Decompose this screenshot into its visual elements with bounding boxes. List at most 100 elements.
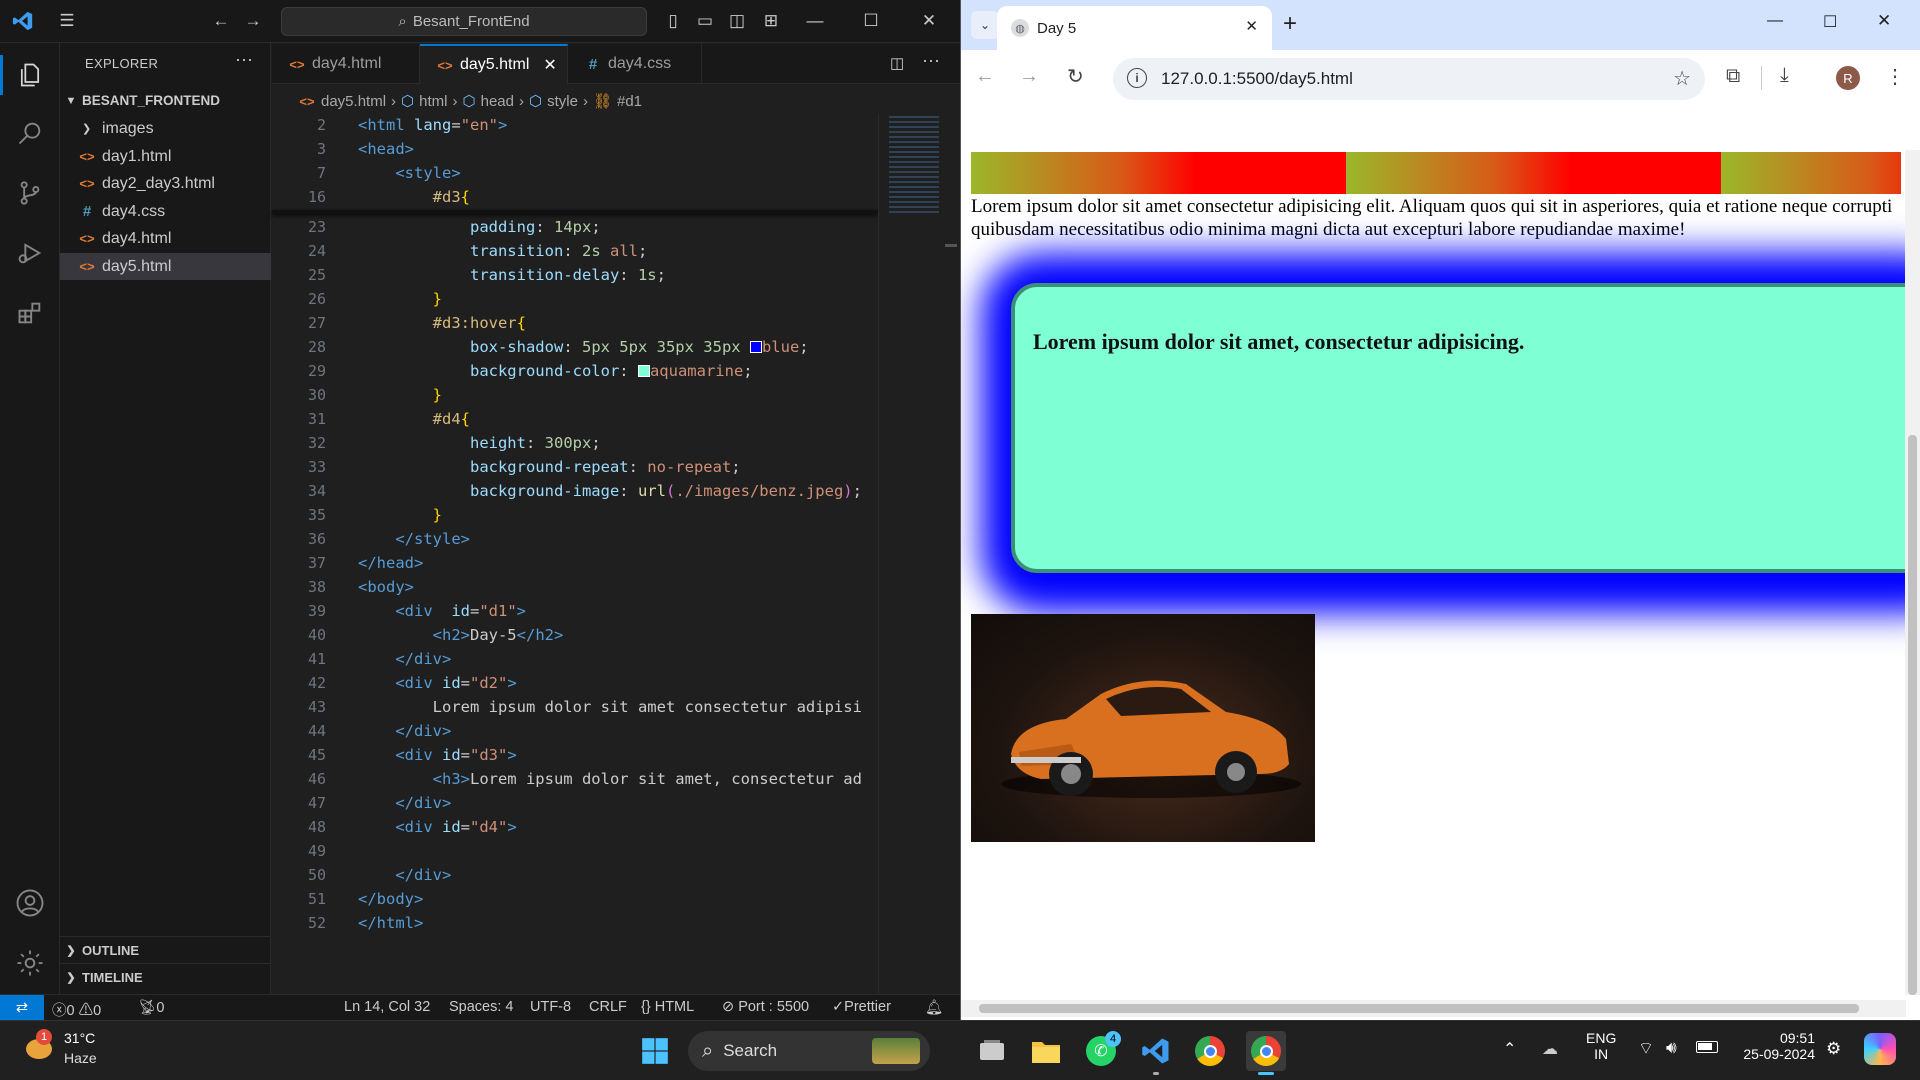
customize-layout-icon[interactable]: ⊞ — [758, 8, 784, 34]
task-view-icon[interactable] — [972, 1031, 1012, 1071]
tab-day4-html[interactable]: <> day4.html — [272, 44, 420, 84]
address-bar[interactable]: i 127.0.0.1:5500/day5.html ☆ — [1113, 58, 1705, 100]
wifi-icon[interactable]: ⌔ — [1638, 1038, 1654, 1059]
toggle-sidebar-icon[interactable]: ▯ — [660, 8, 686, 34]
command-search[interactable]: ⌕ Besant_FrontEnd — [281, 7, 647, 36]
close-icon[interactable]: ✕ — [916, 8, 942, 34]
bookmark-star-icon[interactable]: ☆ — [1673, 66, 1691, 91]
new-tab-plus-icon[interactable]: + — [1283, 10, 1297, 38]
reload-icon[interactable]: ↻ — [1067, 64, 1084, 89]
run-debug-icon[interactable] — [10, 233, 50, 273]
horizontal-scrollbar[interactable] — [961, 1000, 1906, 1017]
ports-indicator[interactable]: 📡︎0 — [138, 999, 165, 1016]
source-control-icon[interactable] — [10, 173, 50, 213]
minimize-icon[interactable]: — — [802, 8, 828, 34]
chrome-profile-taskbar-icon[interactable] — [1246, 1031, 1286, 1075]
profile-avatar[interactable]: R — [1836, 66, 1860, 90]
tab-close-icon[interactable]: ✕ — [543, 55, 556, 75]
tree-file-day1[interactable]: <> day1.html — [60, 143, 271, 170]
tree-folder-images[interactable]: ❯ images — [60, 115, 271, 142]
indentation[interactable]: Spaces: 4 — [449, 999, 514, 1015]
accounts-icon[interactable] — [10, 883, 50, 923]
tree-file-day4-html[interactable]: <> day4.html — [60, 225, 271, 252]
vscode-taskbar-icon[interactable] — [1136, 1031, 1176, 1075]
more-actions-icon[interactable]: ··· — [922, 50, 940, 71]
tab-day4-css[interactable]: # day4.css — [568, 44, 702, 84]
minimize-icon[interactable]: — — [1767, 12, 1783, 30]
breadcrumb-item[interactable]: #d1 — [617, 93, 642, 110]
breadcrumb-item[interactable]: head — [481, 93, 514, 110]
menu-kebab-icon[interactable]: ⋮ — [1885, 64, 1905, 89]
extensions-puzzle-icon[interactable]: ⧉ — [1726, 65, 1740, 88]
extensions-icon[interactable] — [10, 293, 50, 333]
code-line: } — [432, 506, 442, 524]
breadcrumb-item[interactable]: day5.html — [321, 93, 386, 110]
hover-box[interactable]: Lorem ipsum dolor sit amet, consectetur … — [1011, 283, 1906, 573]
line-ending[interactable]: CRLF — [589, 999, 627, 1015]
download-icon[interactable]: ⤓ — [1780, 64, 1789, 87]
live-server-port[interactable]: ⊘ Port : 5500 — [722, 999, 809, 1015]
minimap[interactable] — [878, 114, 960, 994]
language-mode[interactable]: {} HTML — [641, 999, 694, 1015]
page-viewport[interactable]: Lorem ipsum dolor sit amet consectetur a… — [961, 110, 1906, 1010]
menu-icon[interactable]: ☰ — [54, 8, 80, 34]
element-icon: ⬡ — [401, 93, 415, 110]
toggle-secondary-sidebar-icon[interactable]: ◫ — [724, 8, 750, 34]
code-line: <div id="d2"> — [395, 674, 517, 692]
scrollbar-thumb[interactable] — [1908, 435, 1917, 995]
copilot-icon[interactable] — [1864, 1033, 1896, 1065]
language-indicator[interactable]: ENG IN — [1586, 1030, 1616, 1062]
back-icon[interactable]: ← — [208, 8, 234, 34]
tree-file-day2-day3[interactable]: <> day2_day3.html — [60, 170, 271, 197]
chevron-up-icon[interactable]: ⌃ — [1503, 1039, 1516, 1059]
breadcrumb-item[interactable]: html — [419, 93, 447, 110]
tab-search-chevron-icon[interactable]: ⌄ — [971, 11, 999, 39]
volume-icon[interactable]: 🔊︎ — [1666, 1038, 1677, 1058]
weather-temp[interactable]: 31°C — [64, 1030, 95, 1046]
code-editor[interactable]: 2 <html lang="en"> 3 <head> 7 <style> 16 #… — [272, 114, 878, 994]
whatsapp-icon[interactable]: ✆ 4 — [1081, 1031, 1121, 1071]
close-icon[interactable]: ✕ — [1877, 11, 1891, 31]
forward-icon[interactable]: → — [240, 8, 266, 34]
weather-desc[interactable]: Haze — [64, 1050, 97, 1066]
start-windows-icon[interactable] — [635, 1031, 675, 1071]
vertical-scrollbar[interactable] — [1905, 150, 1920, 995]
back-icon[interactable]: ← — [975, 65, 995, 88]
weather-widget-icon[interactable]: 1 — [22, 1029, 58, 1067]
encoding[interactable]: UTF-8 — [530, 999, 571, 1015]
cursor-position[interactable]: Ln 14, Col 32 — [344, 999, 430, 1015]
tab-day5-html[interactable]: <> day5.html ✕ — [420, 44, 568, 84]
prettier-status[interactable]: ✓Prettier — [832, 999, 891, 1015]
toggle-panel-icon[interactable]: ▭ — [692, 8, 718, 34]
taskbar-search[interactable]: ⌕ Search — [688, 1031, 930, 1071]
hover-box-heading: Lorem ipsum dolor sit amet, consectetur … — [1033, 329, 1525, 354]
tree-file-day5-html[interactable]: <> day5.html — [60, 253, 271, 280]
site-info-icon[interactable]: i — [1127, 68, 1147, 88]
settings-gear-icon[interactable] — [10, 943, 50, 983]
explorer-icon[interactable] — [10, 55, 50, 95]
timeline-section[interactable]: ❯ TIMELINE — [60, 963, 271, 990]
chrome-tab-day5[interactable]: ◍ Day 5 ✕ — [997, 6, 1272, 50]
forward-icon[interactable]: → — [1019, 65, 1039, 88]
tree-file-day4-css[interactable]: # day4.css — [60, 198, 271, 225]
tab-close-icon[interactable]: ✕ — [1245, 17, 1258, 35]
maximize-icon[interactable]: ☐ — [1823, 12, 1837, 32]
notifications-bell-icon[interactable]: 🔔︎ — [925, 999, 943, 1016]
outline-section[interactable]: ❯ OUTLINE — [60, 936, 271, 963]
battery-icon[interactable] — [1696, 1041, 1718, 1053]
split-editor-icon[interactable]: ◫ — [890, 54, 904, 72]
notifications-icon[interactable]: ⚙ — [1826, 1039, 1841, 1059]
remote-icon[interactable]: ⇄ — [0, 995, 44, 1021]
onedrive-icon[interactable]: ☁ — [1542, 1039, 1558, 1059]
file-explorer-icon[interactable] — [1026, 1031, 1066, 1071]
folder-header[interactable]: ▼ BESANT_FRONTEND — [60, 87, 271, 114]
clock[interactable]: 09:51 25-09-2024 — [1735, 1030, 1815, 1062]
more-actions-icon[interactable]: ··· — [235, 49, 253, 70]
problems-indicator[interactable]: ⓧ0 ⚠0 — [52, 999, 101, 1020]
search-icon[interactable] — [10, 113, 50, 153]
chrome-taskbar-icon[interactable] — [1190, 1031, 1230, 1071]
maximize-icon[interactable]: ☐ — [858, 8, 884, 34]
element-icon: ⬡ — [528, 93, 543, 110]
breadcrumb-item[interactable]: style — [547, 93, 578, 110]
scrollbar-thumb[interactable] — [979, 1004, 1859, 1013]
